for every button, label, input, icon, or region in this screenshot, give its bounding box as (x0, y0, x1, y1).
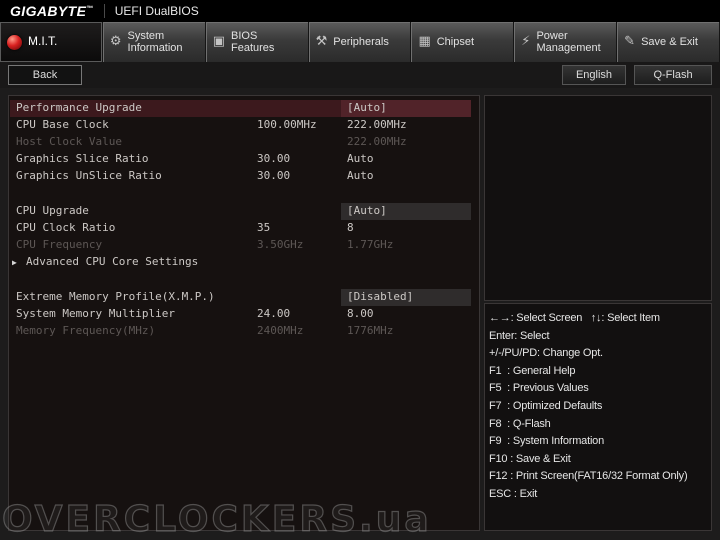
setting-row: Host Clock Value 222.00MHz (10, 134, 470, 151)
help-line: +/-/PU/PD: Change Opt. (489, 347, 603, 360)
tab-label: Peripherals (333, 35, 389, 48)
setting-row[interactable]: CPU Base Clock 100.00MHz 222.00MHz (10, 117, 470, 134)
mit-sphere-icon (7, 34, 22, 50)
setting-row[interactable]: CPU Upgrade [Auto] (10, 203, 471, 220)
setting-value: 35 (257, 221, 271, 234)
expand-arrow-icon: ▶ (12, 258, 17, 267)
help-line: ESC : Exit (489, 487, 538, 500)
setting-current-value: 8.00 (347, 307, 374, 320)
setting-value: 3.50GHz (257, 238, 304, 251)
setting-label: Host Clock Value (16, 135, 122, 148)
setting-current-value: 222.00MHz (347, 118, 407, 131)
bios-chip-icon: ▣ (212, 33, 226, 49)
setting-label: Graphics Slice Ratio (16, 152, 149, 165)
peripherals-icon: ⚒ (315, 33, 328, 49)
divider (103, 4, 105, 18)
tab-chipset[interactable]: ▦ Chipset (411, 22, 515, 62)
language-button[interactable]: English (562, 65, 626, 85)
help-list: ←→: Select Screen ↑↓: Select Item Enter: … (484, 303, 712, 531)
setting-label: CPU Clock Ratio (16, 221, 116, 234)
settings-list: Performance Upgrade [Auto] CPU Base Clock 1… (8, 95, 480, 531)
setting-current-value: [Auto] (341, 203, 471, 220)
brand-text: GIGABYTE (10, 3, 87, 19)
setting-current-value: 222.00MHz (347, 135, 407, 148)
tab-system-information[interactable]: ⚙ System Information (102, 22, 206, 62)
setting-row[interactable]: System Memory Multiplier 24.00 8.00 (10, 306, 470, 323)
tab-label: Save & Exit (641, 35, 698, 48)
help-line: F5 : Previous Values (489, 382, 589, 395)
setting-value: 2400MHz (257, 324, 304, 337)
setting-current-value: 1.77GHz (347, 238, 394, 251)
tab-label: Power Management (536, 29, 601, 54)
chipset-icon: ▦ (418, 33, 431, 49)
wrench-gear-icon: ⚙ (109, 33, 122, 49)
setting-row[interactable]: ▶ Advanced CPU Core Settings (10, 254, 470, 271)
top-bar: GIGABYTE™ UEFI DualBIOS (0, 0, 720, 22)
tab-bios-features[interactable]: ▣ BIOS Features (205, 22, 309, 62)
help-line: F9 : System Information (489, 435, 605, 448)
tab-mit[interactable]: M.I.T. (0, 22, 103, 62)
power-gear-icon: ⚡ (521, 33, 531, 49)
back-button[interactable]: Back (8, 65, 82, 85)
setting-value: 30.00 (257, 152, 291, 165)
setting-label: Performance Upgrade (16, 101, 142, 114)
setting-label: CPU Upgrade (16, 204, 89, 217)
tab-label: M.I.T. (28, 34, 58, 49)
trademark-mark: ™ (86, 5, 94, 13)
setting-current-value: 8 (347, 221, 354, 234)
setting-label: System Memory Multiplier (16, 307, 175, 320)
info-panel (484, 95, 712, 301)
setting-label: Extreme Memory Profile(X.M.P.) (16, 290, 215, 303)
help-line: F8 : Q-Flash (489, 417, 551, 430)
setting-current-value: 1776MHz (347, 324, 394, 337)
help-line: F12 : Print Screen(FAT16/32 Format Only) (489, 470, 688, 483)
help-line: ←→: Select Screen ↑↓: Select Item (489, 312, 660, 324)
setting-row[interactable]: Extreme Memory Profile(X.M.P.) [Disabled] (10, 289, 471, 306)
tab-label: Chipset (436, 35, 475, 48)
menu-tab-bar: M.I.T. ⚙ System Information ▣ BIOS Features ⚒… (0, 22, 720, 62)
setting-row: CPU Frequency 3.50GHz 1.77GHz (10, 237, 470, 254)
setting-row[interactable]: Performance Upgrade [Auto] (10, 100, 471, 117)
qflash-button[interactable]: Q-Flash (634, 65, 712, 85)
toolbar: Back English Q-Flash (0, 62, 720, 88)
setting-row[interactable]: Graphics Slice Ratio 30.00 Auto (10, 151, 470, 168)
gigabyte-logo: GIGABYTE™ (10, 3, 94, 19)
help-line: F1 : General Help (489, 364, 576, 377)
setting-current-value: Auto (347, 152, 374, 165)
setting-row: Memory Frequency(MHz) 2400MHz 1776MHz (10, 323, 470, 340)
tab-power-management[interactable]: ⚡ Power Management (514, 22, 618, 62)
setting-current-value: [Auto] (341, 100, 471, 117)
help-line: Enter: Select (489, 329, 550, 342)
setting-label: CPU Frequency (16, 238, 103, 251)
setting-current-value: [Disabled] (341, 289, 471, 306)
setting-label: Advanced CPU Core Settings (26, 255, 199, 268)
help-line: F7 : Optimized Defaults (489, 399, 603, 412)
setting-row[interactable]: CPU Clock Ratio 35 8 (10, 220, 470, 237)
tab-save-exit[interactable]: ✎ Save & Exit (617, 22, 720, 62)
save-exit-icon: ✎ (624, 33, 636, 49)
setting-value: 24.00 (257, 307, 291, 320)
tab-label: BIOS Features (231, 29, 275, 54)
bios-screen: GIGABYTE™ UEFI DualBIOS M.I.T. ⚙ System In… (0, 0, 720, 540)
firmware-title: UEFI DualBIOS (114, 4, 199, 18)
setting-value: 30.00 (257, 169, 291, 182)
setting-label: Graphics UnSlice Ratio (16, 169, 162, 182)
setting-current-value: Auto (347, 169, 374, 182)
setting-label: CPU Base Clock (16, 118, 109, 131)
help-line: F10 : Save & Exit (489, 452, 571, 465)
tab-label: System Information (127, 29, 183, 54)
setting-value: 100.00MHz (257, 118, 317, 131)
setting-row[interactable]: Graphics UnSlice Ratio 30.00 Auto (10, 168, 470, 185)
setting-label: Memory Frequency(MHz) (16, 324, 156, 337)
tab-peripherals[interactable]: ⚒ Peripherals (308, 22, 412, 62)
